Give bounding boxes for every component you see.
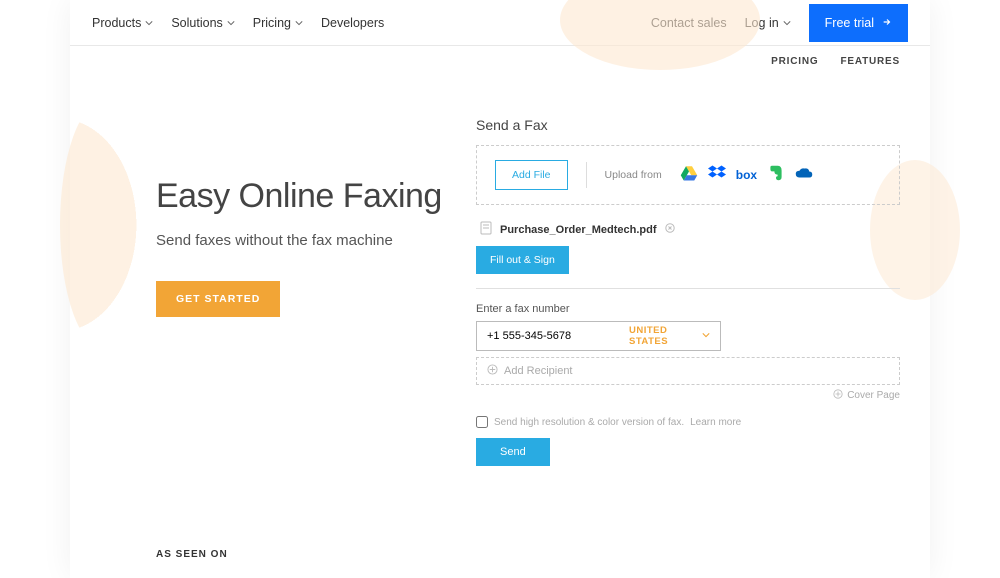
hires-row[interactable]: Send high resolution & color version of … (476, 416, 900, 428)
sub-nav: PRICING FEATURES (70, 46, 930, 77)
add-recipient-button[interactable]: Add Recipient (476, 357, 900, 385)
nav-products-label: Products (92, 16, 141, 30)
as-seen-on-label: AS SEEN ON (156, 549, 228, 560)
get-started-button[interactable]: GET STARTED (156, 281, 280, 317)
divider (586, 162, 587, 188)
box-icon[interactable]: box (736, 168, 757, 182)
fax-number-label: Enter a fax number (476, 303, 900, 315)
hero-headline: Easy Online Faxing (156, 177, 456, 216)
file-name: Purchase_Order_Medtech.pdf (500, 224, 657, 236)
provider-icons: box (680, 165, 813, 186)
nav-pricing-label: Pricing (253, 16, 291, 30)
upload-from-label: Upload from (605, 169, 662, 181)
hires-label: Send high resolution & color version of … (494, 417, 684, 428)
add-recipient-label: Add Recipient (504, 365, 573, 377)
fax-panel-title: Send a Fax (476, 117, 900, 133)
add-file-button[interactable]: Add File (495, 160, 568, 190)
free-trial-button[interactable]: Free trial (809, 4, 908, 42)
plus-circle-icon (833, 389, 843, 402)
chevron-down-icon (783, 16, 791, 30)
subnav-features[interactable]: FEATURES (840, 56, 900, 67)
remove-file-icon[interactable] (665, 223, 675, 236)
nav-solutions-label: Solutions (171, 16, 222, 30)
onedrive-icon[interactable] (795, 165, 813, 186)
hero-subhead: Send faxes without the fax machine (156, 232, 456, 249)
evernote-icon[interactable] (767, 165, 785, 186)
chevron-down-icon (145, 16, 153, 30)
chevron-down-icon (702, 331, 710, 342)
subnav-pricing[interactable]: PRICING (771, 56, 818, 67)
divider (476, 288, 900, 289)
nav-pricing[interactable]: Pricing (253, 16, 303, 30)
nav-solutions[interactable]: Solutions (171, 16, 234, 30)
nav-developers[interactable]: Developers (321, 16, 384, 30)
send-button[interactable]: Send (476, 438, 550, 466)
learn-more-link[interactable]: Learn more (690, 417, 741, 428)
fax-panel: Send a Fax Add File Upload from box Purc… (476, 117, 900, 466)
plus-circle-icon (487, 364, 498, 378)
chevron-down-icon (227, 16, 235, 30)
dropbox-icon[interactable] (708, 165, 726, 186)
hires-checkbox[interactable] (476, 416, 488, 428)
country-label: UNITED STATES (629, 325, 698, 347)
cover-page-button[interactable]: Cover Page (476, 389, 900, 402)
fax-number-field[interactable]: UNITED STATES (476, 321, 721, 351)
hero-section: Easy Online Faxing Send faxes without th… (156, 117, 456, 466)
top-nav: Products Solutions Pricing Developers Co… (70, 0, 930, 46)
file-row: Purchase_Order_Medtech.pdf (476, 221, 900, 238)
fill-out-sign-button[interactable]: Fill out & Sign (476, 246, 569, 274)
document-icon (480, 221, 492, 238)
google-drive-icon[interactable] (680, 165, 698, 186)
chevron-down-icon (295, 16, 303, 30)
cover-page-label: Cover Page (847, 390, 900, 401)
fax-number-input[interactable] (487, 330, 629, 342)
upload-box: Add File Upload from box (476, 145, 900, 205)
arrow-right-icon (882, 16, 892, 30)
free-trial-label: Free trial (825, 16, 874, 30)
nav-developers-label: Developers (321, 16, 384, 30)
country-selector[interactable]: UNITED STATES (629, 325, 710, 347)
nav-products[interactable]: Products (92, 16, 153, 30)
